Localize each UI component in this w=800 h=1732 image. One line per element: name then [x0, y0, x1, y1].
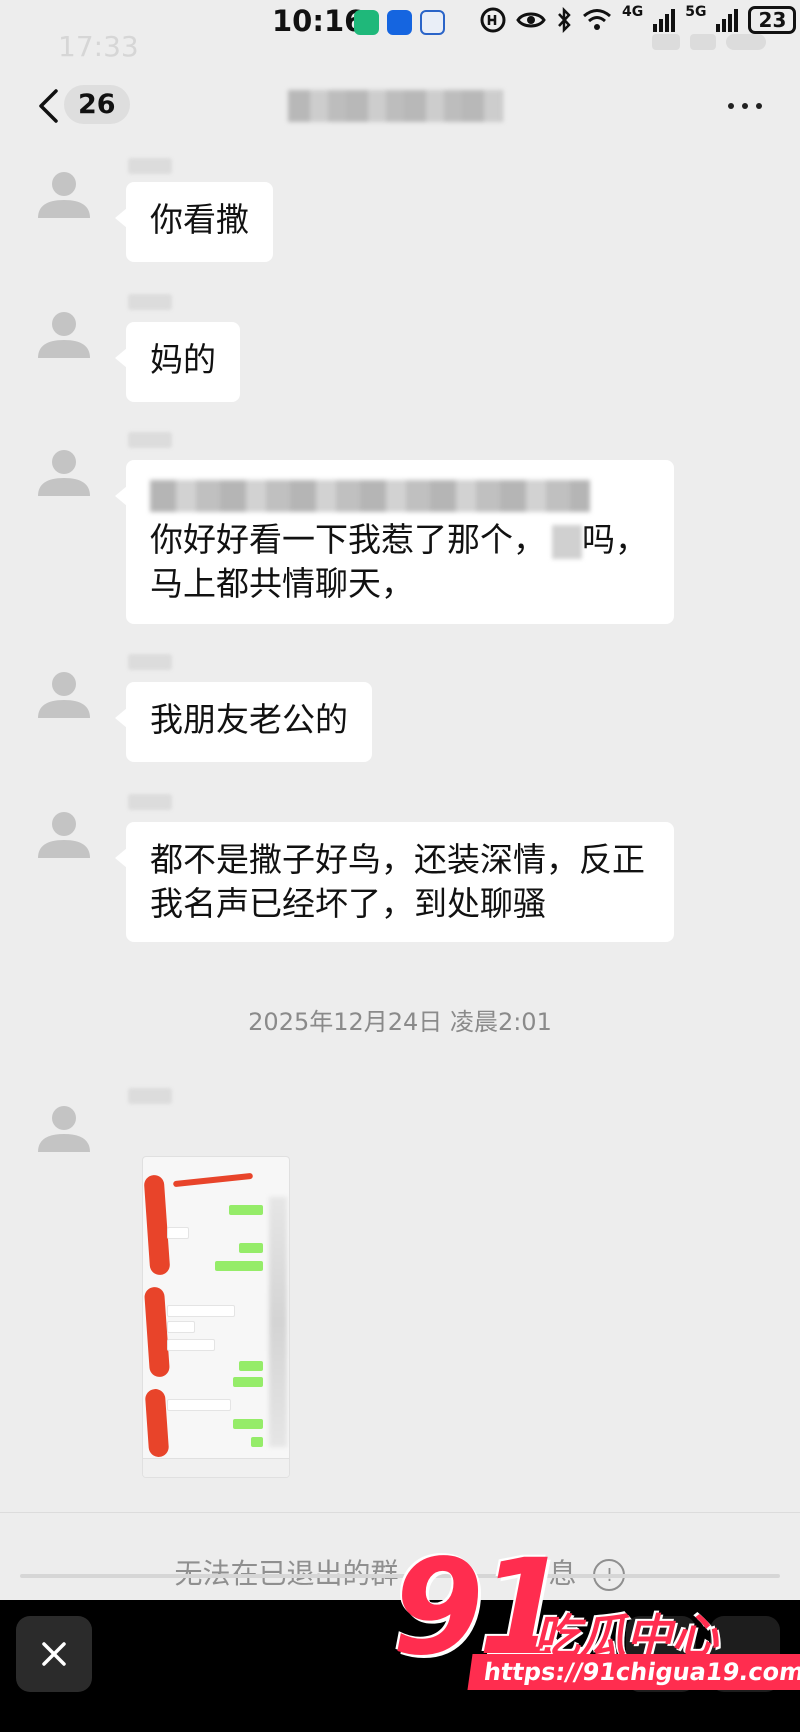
- back-button[interactable]: [28, 86, 68, 126]
- sender-name-redacted: [128, 158, 172, 174]
- sender-name-redacted: [128, 654, 172, 670]
- thumbnail-bubble: [167, 1321, 195, 1333]
- sender-name-redacted: [128, 794, 172, 810]
- unread-count-badge[interactable]: 26: [64, 85, 130, 124]
- screenshot-image-message[interactable]: [142, 1156, 290, 1478]
- message-bubble[interactable]: 你看撒: [115, 182, 273, 262]
- redaction-scribble: [144, 1388, 170, 1458]
- message-bubble[interactable]: 妈的: [115, 322, 240, 402]
- underlay-status-icons: [652, 34, 766, 50]
- message-text-line: 都不是撒子好鸟，还装深情，反正: [150, 840, 645, 879]
- message-text-line: 我名声已经坏了，到处聊骚: [150, 884, 546, 923]
- message-text: 你看撒: [150, 200, 249, 239]
- message-text-line: 马上都共情聊天，: [150, 564, 414, 603]
- chat-header: 26: [0, 76, 800, 138]
- app-notification-icon: [420, 10, 445, 35]
- close-button[interactable]: [16, 1616, 92, 1692]
- message-text: 妈的: [150, 340, 216, 379]
- bluetooth-icon: [558, 7, 571, 33]
- thumbnail-avatar-strip: [269, 1197, 287, 1447]
- back-icon: [39, 89, 58, 123]
- network-5g-label: 5G: [685, 4, 707, 20]
- chat-screen: 10:16 4G 5G 23 17:33 26 你看撒 妈的 你好好看一下我惹了…: [0, 0, 800, 1732]
- sender-name-redacted: [128, 432, 172, 448]
- avatar-icon[interactable]: [30, 300, 98, 368]
- more-icon: [728, 103, 734, 109]
- avatar-icon[interactable]: [30, 438, 98, 506]
- hd-icon: [480, 7, 506, 33]
- redaction-scribble: [143, 1286, 171, 1378]
- message-text: 我朋友老公的: [150, 700, 348, 739]
- status-time: 10:16: [272, 4, 365, 38]
- signal-icon: [653, 8, 676, 32]
- message-bubble[interactable]: 都不是撒子好鸟，还装深情，反正 我名声已经坏了，到处聊骚: [115, 822, 674, 942]
- thumbnail-bubble: [167, 1399, 231, 1411]
- thumbnail-input-bar: [143, 1458, 289, 1477]
- eye-icon: [516, 12, 546, 28]
- message-text-line: 吗，: [582, 520, 648, 559]
- thumbnail-bubble: [251, 1437, 263, 1447]
- message-bubble[interactable]: 我朋友老公的: [115, 682, 372, 762]
- watermark-url: https://91chigua19.com: [467, 1654, 800, 1690]
- thumbnail-bubble: [215, 1261, 263, 1271]
- avatar-icon[interactable]: [30, 800, 98, 868]
- sender-name-redacted: [128, 1088, 172, 1104]
- status-app-icons: [354, 10, 445, 35]
- thumbnail-bubble: [233, 1377, 263, 1387]
- avatar-icon[interactable]: [30, 660, 98, 728]
- sender-name-redacted: [128, 294, 172, 310]
- more-button[interactable]: [728, 103, 762, 109]
- redacted-text-line: [150, 480, 590, 512]
- message-bubble[interactable]: 你好好看一下我惹了那个， 吗， 马上都共情聊天，: [115, 460, 674, 624]
- input-divider: [0, 1512, 800, 1513]
- redaction-scribble: [143, 1174, 171, 1276]
- signal-icon: [716, 8, 739, 32]
- thumbnail-bubble: [239, 1243, 263, 1253]
- network-4g-label: 4G: [622, 4, 644, 20]
- wifi-icon: [583, 9, 611, 30]
- redacted-word: [552, 524, 582, 559]
- avatar-icon[interactable]: [30, 160, 98, 228]
- thumbnail-bubble: [167, 1227, 189, 1239]
- thumbnail-bubble: [167, 1305, 235, 1317]
- app-notification-icon: [354, 10, 379, 35]
- thumbnail-bubble: [233, 1419, 263, 1429]
- message-timestamp: 2025年12月24日 凌晨2:01: [248, 1008, 552, 1036]
- thumbnail-bubble: [229, 1205, 263, 1215]
- battery-icon: 23: [748, 6, 797, 34]
- status-indicators: 4G 5G 23: [480, 4, 797, 34]
- redaction-scribble: [172, 1172, 254, 1188]
- close-icon: [42, 1642, 66, 1666]
- app-notification-icon: [387, 10, 412, 35]
- chat-title-redacted: [288, 90, 503, 122]
- thumbnail-bubble: [239, 1361, 263, 1371]
- underlay-status-time: 17:33: [58, 30, 139, 63]
- thumbnail-bubble: [167, 1339, 215, 1351]
- avatar-icon[interactable]: [30, 1094, 98, 1162]
- message-text-line: 你好好看一下我惹了那个，: [150, 520, 546, 559]
